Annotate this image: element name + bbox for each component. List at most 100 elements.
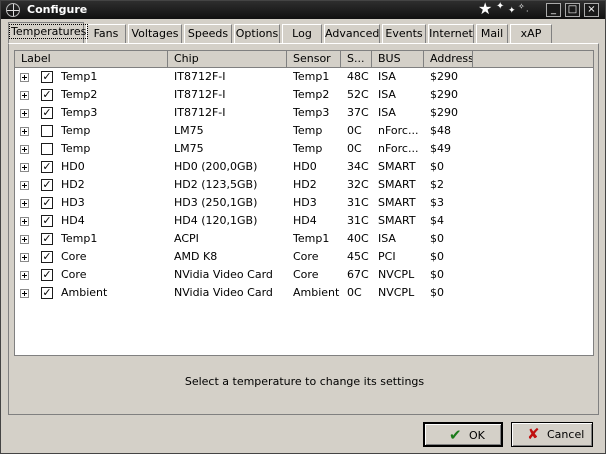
row-bus: ISA xyxy=(378,70,396,83)
row-label: HD0 xyxy=(61,160,85,173)
configure-window: Configure ★ ✦ ✦ ✧ · _ □ × Temperatures F… xyxy=(0,0,606,454)
table-row[interactable]: Temp LM75 Temp 0C nForc... $48 xyxy=(15,122,593,140)
expand-plus-icon[interactable] xyxy=(20,235,29,244)
row-bus: PCI xyxy=(378,250,396,263)
column-header-address[interactable]: Address xyxy=(424,51,473,68)
row-checkbox[interactable]: ✓ xyxy=(41,197,53,209)
tab-advanced[interactable]: Advanced xyxy=(324,24,380,43)
table-row[interactable]: ✓ Core NVidia Video Card Core 67C NVCPL $0 xyxy=(15,266,593,284)
list-header: Label Chip Sensor S... BUS Address xyxy=(15,51,593,68)
cancel-button[interactable]: ✘ Cancel xyxy=(511,422,593,447)
row-bus: SMART xyxy=(378,160,416,173)
expand-plus-icon[interactable] xyxy=(20,181,29,190)
row-chip: NVidia Video Card xyxy=(174,286,273,299)
table-row[interactable]: ✓ Temp2 IT8712F-I Temp2 52C ISA $290 xyxy=(15,86,593,104)
table-row[interactable]: Temp LM75 Temp 0C nForc... $49 xyxy=(15,140,593,158)
row-chip: LM75 xyxy=(174,142,204,155)
row-address: $0 xyxy=(430,250,444,263)
expand-plus-icon[interactable] xyxy=(20,217,29,226)
expand-plus-icon[interactable] xyxy=(20,271,29,280)
row-temperature-value: 40C xyxy=(347,232,369,245)
expand-plus-icon[interactable] xyxy=(20,73,29,82)
row-sensor: HD3 xyxy=(293,196,317,209)
column-header-label[interactable]: Label xyxy=(15,51,168,68)
row-chip: HD4 (120,1GB) xyxy=(174,214,258,227)
tab-mail[interactable]: Mail xyxy=(476,24,508,43)
row-label: Ambient xyxy=(61,286,108,299)
title-bar[interactable]: Configure ★ ✦ ✦ ✧ · _ □ × xyxy=(1,1,605,19)
maximize-button[interactable]: □ xyxy=(565,3,580,17)
table-row[interactable]: ✓ HD2 HD2 (123,5GB) HD2 32C SMART $2 xyxy=(15,176,593,194)
row-checkbox[interactable]: ✓ xyxy=(41,179,53,191)
row-sensor: Temp1 xyxy=(293,232,330,245)
row-checkbox[interactable] xyxy=(41,143,53,155)
temperatures-panel: Label Chip Sensor S... BUS Address ✓ Temp… xyxy=(8,43,599,415)
tab-voltages[interactable]: Voltages xyxy=(128,24,182,43)
table-row[interactable]: ✓ Temp1 IT8712F-I Temp1 48C ISA $290 xyxy=(15,68,593,86)
tab-options[interactable]: Options xyxy=(234,24,280,43)
row-sensor: HD2 xyxy=(293,178,317,191)
row-checkbox[interactable] xyxy=(41,125,53,137)
expand-plus-icon[interactable] xyxy=(20,109,29,118)
row-address: $290 xyxy=(430,70,458,83)
expand-plus-icon[interactable] xyxy=(20,199,29,208)
row-checkbox[interactable]: ✓ xyxy=(41,107,53,119)
row-chip: IT8712F-I xyxy=(174,106,226,119)
sensor-list[interactable]: Label Chip Sensor S... BUS Address ✓ Temp… xyxy=(14,50,594,356)
expand-plus-icon[interactable] xyxy=(20,91,29,100)
column-header-sensor[interactable]: Sensor xyxy=(287,51,341,68)
expand-plus-icon[interactable] xyxy=(20,163,29,172)
row-label: Temp2 xyxy=(61,88,98,101)
expand-plus-icon[interactable] xyxy=(20,289,29,298)
row-chip: NVidia Video Card xyxy=(174,268,273,281)
row-label: Temp1 xyxy=(61,232,98,245)
row-chip: ACPI xyxy=(174,232,199,245)
row-temperature-value: 31C xyxy=(347,214,369,227)
column-header-chip[interactable]: Chip xyxy=(168,51,287,68)
minimize-button[interactable]: _ xyxy=(546,3,561,17)
table-row[interactable]: ✓ HD0 HD0 (200,0GB) HD0 34C SMART $0 xyxy=(15,158,593,176)
table-row[interactable]: ✓ HD3 HD3 (250,1GB) HD3 31C SMART $3 xyxy=(15,194,593,212)
star-icon: ★ xyxy=(478,0,493,18)
row-label: Temp1 xyxy=(61,70,98,83)
table-row[interactable]: ✓ Temp3 IT8712F-I Temp3 37C ISA $290 xyxy=(15,104,593,122)
header-filler xyxy=(473,51,593,68)
expand-plus-icon[interactable] xyxy=(20,253,29,262)
row-bus: SMART xyxy=(378,178,416,191)
row-address: $290 xyxy=(430,106,458,119)
table-row[interactable]: ✓ Ambient NVidia Video Card Ambient 0C NVCPL $… xyxy=(15,284,593,302)
app-crosshair-icon[interactable] xyxy=(6,3,20,17)
tab-temperatures[interactable]: Temperatures xyxy=(8,22,89,43)
row-address: $2 xyxy=(430,178,444,191)
tab-fans[interactable]: Fans xyxy=(86,24,126,43)
row-checkbox[interactable]: ✓ xyxy=(41,161,53,173)
row-address: $48 xyxy=(430,124,451,137)
tab-log[interactable]: Log xyxy=(282,24,322,43)
tab-events[interactable]: Events xyxy=(382,24,426,43)
row-checkbox[interactable]: ✓ xyxy=(41,287,53,299)
row-label: HD2 xyxy=(61,178,85,191)
column-header-value[interactable]: S... xyxy=(341,51,372,68)
table-row[interactable]: ✓ Core AMD K8 Core 45C PCI $0 xyxy=(15,248,593,266)
table-row[interactable]: ✓ HD4 HD4 (120,1GB) HD4 31C SMART $4 xyxy=(15,212,593,230)
expand-plus-icon[interactable] xyxy=(20,127,29,136)
ok-button[interactable]: ✔ OK xyxy=(423,422,503,447)
row-label: Core xyxy=(61,268,87,281)
expand-plus-icon[interactable] xyxy=(20,145,29,154)
row-checkbox[interactable]: ✓ xyxy=(41,233,53,245)
close-button[interactable]: × xyxy=(584,3,599,17)
column-header-bus[interactable]: BUS xyxy=(372,51,424,68)
row-chip: HD0 (200,0GB) xyxy=(174,160,258,173)
row-checkbox[interactable]: ✓ xyxy=(41,89,53,101)
tab-internet[interactable]: Internet xyxy=(428,24,474,43)
table-row[interactable]: ✓ Temp1 ACPI Temp1 40C ISA $0 xyxy=(15,230,593,248)
row-checkbox[interactable]: ✓ xyxy=(41,251,53,263)
tab-speeds[interactable]: Speeds xyxy=(184,24,232,43)
row-bus: ISA xyxy=(378,106,396,119)
row-temperature-value: 52C xyxy=(347,88,369,101)
row-checkbox[interactable]: ✓ xyxy=(41,269,53,281)
tab-xap[interactable]: xAP xyxy=(510,24,552,43)
row-temperature-value: 48C xyxy=(347,70,369,83)
row-checkbox[interactable]: ✓ xyxy=(41,71,53,83)
row-checkbox[interactable]: ✓ xyxy=(41,215,53,227)
